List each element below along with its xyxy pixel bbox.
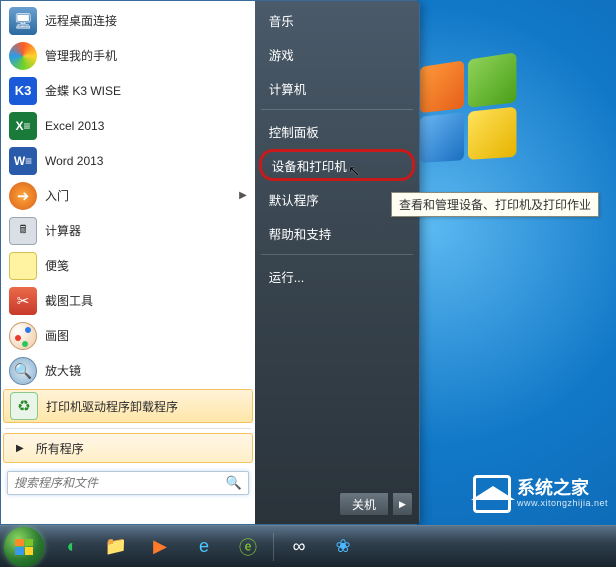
getting-started-icon: ➜ <box>9 182 37 210</box>
program-item[interactable]: 🔍 放大镜 <box>1 353 255 388</box>
excel-icon: X≡ <box>9 112 37 140</box>
program-item[interactable]: 🖩 计算器 <box>1 213 255 248</box>
program-item[interactable]: X≡ Excel 2013 <box>1 108 255 143</box>
separator <box>261 109 413 110</box>
program-item[interactable]: ✂ 截图工具 <box>1 283 255 318</box>
right-item-control-panel[interactable]: 控制面板 <box>255 114 419 148</box>
shutdown-row: 关机 ▶ <box>255 488 419 522</box>
separator <box>5 428 251 429</box>
all-programs-button[interactable]: ▶ 所有程序 <box>3 433 253 463</box>
search-input[interactable] <box>14 476 226 490</box>
windows-logo <box>416 60 576 200</box>
right-item-games[interactable]: 游戏 <box>255 37 419 71</box>
printer-uninstall-icon: ♻ <box>10 392 38 420</box>
qihoo-icon[interactable]: ◐ <box>51 530 93 564</box>
shutdown-options-button[interactable]: ▶ <box>393 492 413 516</box>
right-item-label: 游戏 <box>269 45 294 64</box>
program-label: 入门 <box>45 187 69 204</box>
program-item[interactable]: ♻ 打印机驱动程序卸载程序 <box>3 389 253 423</box>
program-label: 计算器 <box>45 222 81 239</box>
all-programs-label: 所有程序 <box>36 440 84 457</box>
sticky-notes-icon <box>9 252 37 280</box>
right-item-run[interactable]: 运行... <box>255 259 419 293</box>
right-item-computer[interactable]: 计算机 <box>255 71 419 105</box>
right-item-label: 设备和打印机 <box>272 156 347 175</box>
media-player-icon[interactable]: ▶ <box>139 530 181 564</box>
kingdee-k3-icon: K3 <box>9 77 37 105</box>
tooltip: 查看和管理设备、打印机及打印作业 <box>391 192 599 217</box>
search-icon: 🔍 <box>226 475 242 491</box>
house-icon <box>473 475 511 513</box>
right-item-label: 音乐 <box>269 11 294 30</box>
program-label: 金蝶 K3 WISE <box>45 82 121 99</box>
watermark-url: www.xitongzhijia.net <box>517 499 608 509</box>
paint-icon <box>9 322 37 350</box>
program-label: Excel 2013 <box>45 119 104 133</box>
separator <box>261 254 413 255</box>
shutdown-button[interactable]: 关机 <box>339 492 389 516</box>
ie10-icon[interactable]: ⓔ <box>227 530 269 564</box>
watermark: 系统之家 www.xitongzhijia.net <box>473 475 608 513</box>
program-item[interactable]: 画图 <box>1 318 255 353</box>
chevron-right-icon: ▶ <box>239 190 247 201</box>
right-item-music[interactable]: 音乐 <box>255 3 419 37</box>
program-item[interactable]: K3 金蝶 K3 WISE <box>1 73 255 108</box>
ie-icon[interactable]: e <box>183 530 225 564</box>
start-menu: 🖥远程桌面连接管理我的手机K3金蝶 K3 WISEX≡Excel 2013W≡W… <box>0 0 420 525</box>
program-label: 打印机驱动程序卸载程序 <box>46 398 178 415</box>
baidu-icon[interactable]: ❀ <box>322 530 364 564</box>
cloud-app-icon[interactable]: ∞ <box>278 530 320 564</box>
start-button[interactable] <box>4 527 44 567</box>
program-label: 管理我的手机 <box>45 47 117 64</box>
right-item-label: 默认程序 <box>269 190 319 209</box>
word-icon: W≡ <box>9 147 37 175</box>
taskbar: ◐📁▶eⓔ ∞❀ <box>0 525 616 567</box>
explorer-icon[interactable]: 📁 <box>95 530 137 564</box>
program-label: 画图 <box>45 327 69 344</box>
tooltip-text: 查看和管理设备、打印机及打印作业 <box>399 198 591 212</box>
shutdown-label: 关机 <box>352 496 376 513</box>
program-item[interactable]: W≡ Word 2013 <box>1 143 255 178</box>
search-box[interactable]: 🔍 <box>7 471 249 495</box>
calculator-icon: 🖩 <box>9 217 37 245</box>
remote-desktop-icon: 🖥 <box>9 7 37 35</box>
right-item-label: 计算机 <box>269 79 307 98</box>
watermark-title: 系统之家 <box>517 479 608 499</box>
program-label: Word 2013 <box>45 154 103 168</box>
magnifier-icon: 🔍 <box>9 357 37 385</box>
snipping-tool-icon: ✂ <box>9 287 37 315</box>
right-item-label: 帮助和支持 <box>269 224 332 243</box>
program-item[interactable]: 管理我的手机 <box>1 38 255 73</box>
program-item[interactable]: 🖥 远程桌面连接 <box>1 3 255 38</box>
start-menu-left-pane: 🖥远程桌面连接管理我的手机K3金蝶 K3 WISEX≡Excel 2013W≡W… <box>1 1 255 524</box>
right-item-label: 控制面板 <box>269 122 319 141</box>
program-label: 远程桌面连接 <box>45 12 117 29</box>
program-label: 截图工具 <box>45 292 93 309</box>
phone-manager-icon <box>9 42 37 70</box>
triangle-right-icon: ▶ <box>16 443 24 454</box>
taskbar-separator <box>273 533 274 561</box>
program-item[interactable]: ➜ 入门 ▶ <box>1 178 255 213</box>
right-item-help-support[interactable]: 帮助和支持 <box>255 216 419 250</box>
program-label: 放大镜 <box>45 362 81 379</box>
start-menu-right-pane: 音乐游戏计算机控制面板设备和打印机默认程序帮助和支持运行... 关机 ▶ <box>255 1 419 524</box>
right-item-devices-printers[interactable]: 设备和打印机 <box>259 149 415 181</box>
program-item[interactable]: 便笺 <box>1 248 255 283</box>
program-label: 便笺 <box>45 257 69 274</box>
right-item-label: 运行... <box>269 267 304 286</box>
